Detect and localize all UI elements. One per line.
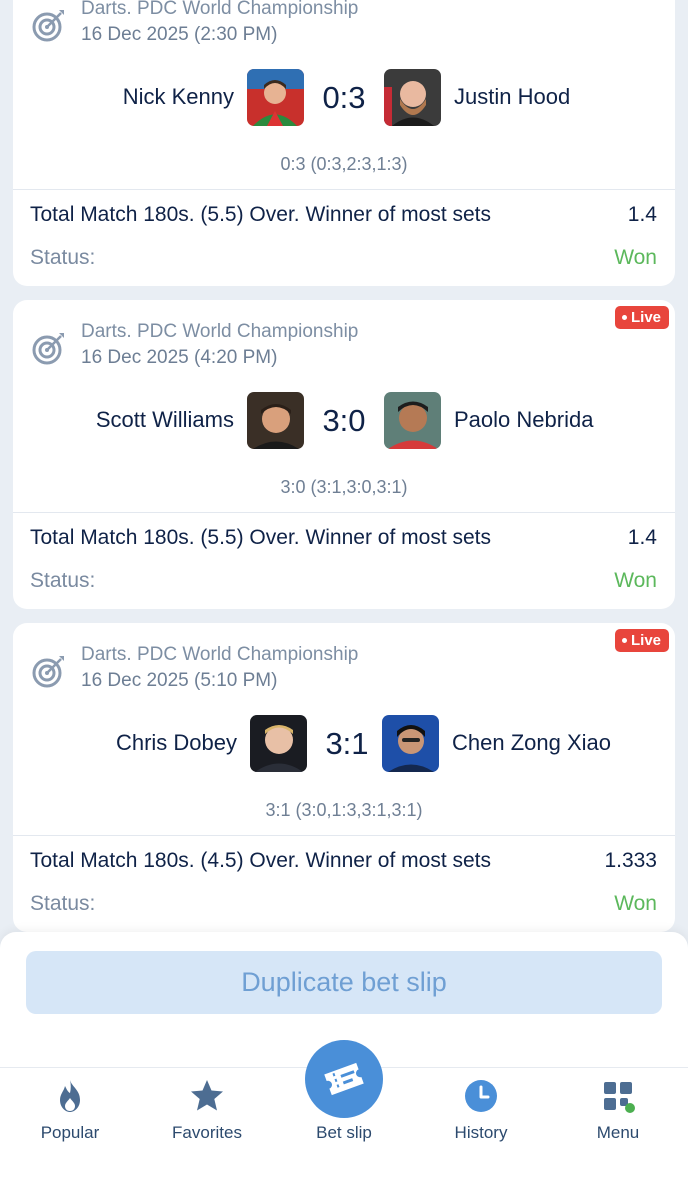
set-score: 3:0 (3:1,3:0,3:1) <box>280 477 408 497</box>
nav-label-menu: Menu <box>596 1123 640 1142</box>
match-datetime: 16 Dec 2025 (5:10 PM) <box>81 670 278 691</box>
nav-item-bet-slip[interactable] <box>305 1040 383 1118</box>
player-left-avatar <box>247 69 304 126</box>
tournament-name: Darts. PDC World Championship <box>81 321 359 342</box>
nav-label-bet-slip: Bet slip <box>316 1123 372 1142</box>
match-card[interactable]: Darts. PDC World Championship 16 Dec 202… <box>13 0 675 286</box>
match-datetime: 16 Dec 2025 (2:30 PM) <box>81 24 278 45</box>
player-right-name: Justin Hood <box>454 84 571 109</box>
bet-description: Total Match 180s. (5.5) Over. Winner of … <box>30 203 492 226</box>
duplicate-bet-slip-button[interactable]: Duplicate bet slip <box>26 951 662 1014</box>
match-score: 3:1 <box>325 726 369 761</box>
match-card[interactable]: Live Darts. PDC World Championship 16 De… <box>13 300 675 609</box>
nav-label-history: History <box>454 1123 508 1142</box>
dart-target-icon <box>32 333 64 365</box>
player-right-name: Paolo Nebrida <box>454 407 594 432</box>
bottom-nav: Popular Favorites Bet slip History Menu <box>0 1040 688 1200</box>
tournament-name: Darts. PDC World Championship <box>81 0 359 19</box>
star-icon <box>191 1080 223 1111</box>
bet-odds: 1.4 <box>627 526 657 549</box>
clock-icon <box>465 1080 497 1112</box>
nav-label-favorites: Favorites <box>172 1123 242 1142</box>
player-left-avatar <box>247 392 304 449</box>
player-right-avatar <box>384 392 441 449</box>
player-right-avatar <box>384 69 441 126</box>
menu-grid-icon <box>604 1082 635 1113</box>
player-right-name: Chen Zong Xiao <box>452 730 611 755</box>
match-row: Nick Kenny 0:3 Justin Hood <box>13 69 675 127</box>
status-value: Won <box>614 246 657 269</box>
match-score: 0:3 <box>322 80 366 115</box>
live-badge: Live <box>614 629 669 652</box>
match-score: 3:0 <box>322 403 366 438</box>
status-label: Status: <box>30 246 96 269</box>
match-row: Scott Williams 3:0 Paolo Nebrida <box>13 392 675 450</box>
status-label: Status: <box>30 892 96 915</box>
player-left-name: Nick Kenny <box>122 84 234 109</box>
player-right-avatar <box>382 715 439 772</box>
dart-target-icon <box>32 656 64 688</box>
set-score: 0:3 (0:3,2:3,1:3) <box>280 154 408 174</box>
match-row: Chris Dobey 3:1 Chen Zong Xiao <box>13 715 675 773</box>
divider <box>13 512 675 513</box>
player-left-avatar <box>250 715 307 772</box>
match-card[interactable]: Live Darts. PDC World Championship 16 De… <box>13 623 675 932</box>
divider <box>13 189 675 190</box>
flame-icon <box>60 1080 80 1112</box>
bet-odds: 1.333 <box>604 849 657 872</box>
live-label: Live <box>630 309 661 326</box>
live-badge: Live <box>614 306 669 329</box>
status-label: Status: <box>30 569 96 592</box>
dart-target-icon <box>32 10 64 42</box>
bet-description: Total Match 180s. (4.5) Over. Winner of … <box>30 849 492 872</box>
status-value: Won <box>614 569 657 592</box>
player-left-name: Scott Williams <box>95 407 234 432</box>
bottom-sheet: Duplicate bet slip Popular Favorites Bet… <box>0 932 688 1200</box>
bet-description: Total Match 180s. (5.5) Over. Winner of … <box>30 526 492 549</box>
live-label: Live <box>630 632 661 649</box>
divider <box>13 835 675 836</box>
status-value: Won <box>614 892 657 915</box>
nav-label-popular: Popular <box>40 1123 100 1142</box>
ticket-icon <box>324 1062 364 1096</box>
player-left-name: Chris Dobey <box>115 730 237 755</box>
tournament-name: Darts. PDC World Championship <box>81 644 359 665</box>
bet-odds: 1.4 <box>627 203 657 226</box>
match-datetime: 16 Dec 2025 (4:20 PM) <box>81 347 278 368</box>
set-score: 3:1 (3:0,1:3,3:1,3:1) <box>265 800 423 820</box>
